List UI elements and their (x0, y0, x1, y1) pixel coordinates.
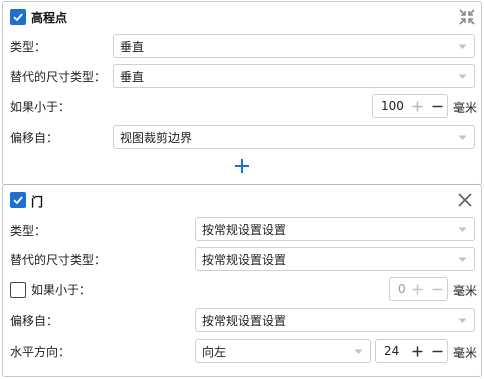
chevron-down-icon (354, 349, 363, 354)
chevron-down-icon (458, 135, 467, 140)
decrement-button[interactable] (427, 95, 447, 117)
chevron-down-icon (458, 74, 467, 79)
minus-icon (432, 288, 442, 290)
unit-label: 毫米 (453, 101, 478, 115)
door-checkbox[interactable] (10, 192, 26, 208)
unit-label: 毫米 (453, 346, 478, 360)
horizontal-direction-value: 向左 (202, 344, 227, 359)
type-value: 按常规设置设置 (202, 222, 287, 237)
if-less-than-checkbox[interactable] (10, 282, 26, 298)
unit-label: 毫米 (453, 284, 478, 298)
offset-from-select[interactable]: 按常规设置设置 (195, 308, 475, 332)
collapse-icon[interactable] (458, 8, 476, 26)
horizontal-offset-stepper[interactable]: 24 (375, 339, 448, 363)
offset-from-select[interactable]: 视图裁剪边界 (113, 125, 475, 149)
horizontal-offset-value: 24 (384, 344, 400, 358)
section-title: 门 (31, 195, 44, 209)
door-panel: 门 类型： 按常规设置设置 替代的尺寸类型： 按常规设置设置 如果小于： 0 毫… (2, 184, 482, 377)
if-less-than-value: 100 (381, 99, 404, 113)
chevron-down-icon (458, 318, 467, 323)
if-less-than-label: 如果小于： (10, 100, 71, 114)
alt-dimension-type-label: 替代的尺寸类型： (10, 70, 107, 84)
elevation-point-checkbox[interactable] (10, 9, 26, 25)
plus-icon (412, 346, 422, 356)
type-label: 类型： (10, 40, 47, 54)
close-icon[interactable] (457, 192, 473, 208)
check-icon (13, 13, 23, 22)
alt-dimension-type-select[interactable]: 垂直 (113, 64, 475, 88)
alt-dimension-type-select[interactable]: 按常规设置设置 (195, 247, 475, 271)
alt-dimension-type-value: 按常规设置设置 (202, 252, 287, 267)
type-label: 类型： (10, 224, 47, 238)
check-icon (13, 196, 23, 205)
increment-button[interactable] (407, 278, 427, 300)
increment-button[interactable] (407, 95, 427, 117)
plus-icon (412, 101, 422, 111)
if-less-than-stepper[interactable]: 100 (372, 94, 448, 118)
offset-from-value: 按常规设置设置 (202, 313, 287, 328)
chevron-down-icon (458, 227, 467, 232)
chevron-down-icon (458, 257, 467, 262)
type-select[interactable]: 按常规设置设置 (195, 217, 475, 241)
decrement-button[interactable] (427, 340, 447, 362)
alt-dimension-type-value: 垂直 (120, 69, 145, 84)
if-less-than-stepper[interactable]: 0 (389, 277, 448, 301)
offset-from-label: 偏移自： (10, 131, 59, 145)
minus-icon (432, 105, 442, 107)
offset-from-label: 偏移自： (10, 314, 59, 328)
alt-dimension-type-label: 替代的尺寸类型： (10, 253, 107, 267)
type-value: 垂直 (120, 39, 145, 54)
minus-icon (432, 350, 442, 352)
if-less-than-label: 如果小于： (31, 283, 92, 297)
section-title: 高程点 (31, 11, 68, 25)
decrement-button[interactable] (427, 278, 447, 300)
chevron-down-icon (458, 44, 467, 49)
type-select[interactable]: 垂直 (113, 34, 475, 58)
if-less-than-value: 0 (398, 282, 406, 296)
plus-icon (412, 284, 422, 294)
elevation-point-panel: 高程点 类型： 垂直 替代的尺寸类型： 垂直 如果小于： 100 毫米 偏移自： (2, 1, 482, 185)
horizontal-direction-label: 水平方向： (10, 345, 71, 359)
increment-button[interactable] (407, 340, 427, 362)
add-icon[interactable] (234, 158, 250, 174)
offset-from-value: 视图裁剪边界 (120, 130, 193, 145)
horizontal-direction-select[interactable]: 向左 (195, 339, 371, 363)
